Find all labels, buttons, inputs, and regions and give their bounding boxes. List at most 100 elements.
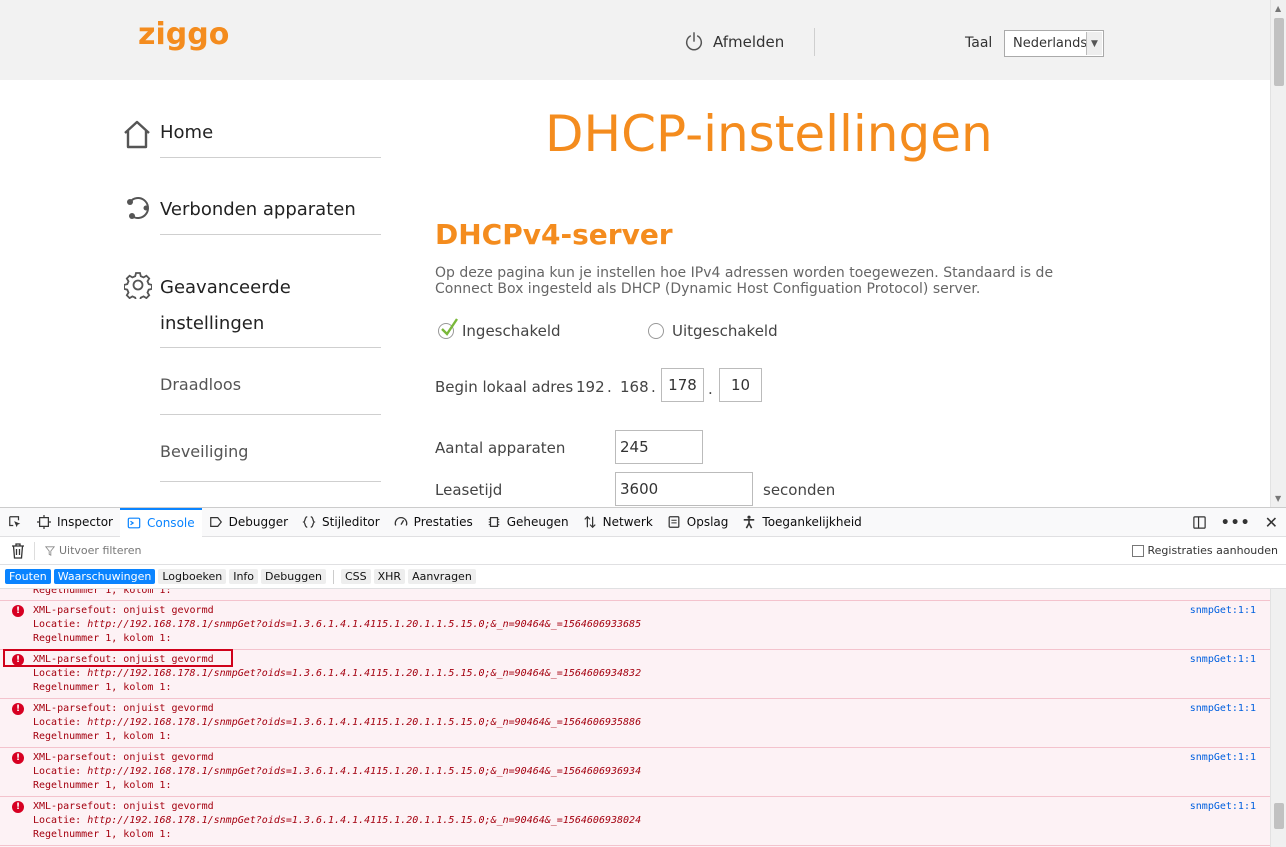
funnel-icon [45, 545, 55, 556]
message-source-link[interactable]: snmpGet:1:1 [1190, 800, 1256, 814]
radio-enabled-label: Ingeschakeld [462, 322, 561, 340]
message-source-link[interactable]: snmpGet:1:1 [1190, 751, 1256, 765]
trash-icon[interactable] [11, 543, 25, 559]
sidebar-item-label-line2: instellingen [160, 313, 265, 334]
tab-console[interactable]: Console [119, 507, 202, 537]
sidebar-item-label-line1: Geavanceerde [160, 277, 291, 298]
ip-octet-3-input[interactable]: 178 [661, 368, 704, 402]
message-location: Locatie: http://192.168.178.1/snmpGet?oi… [33, 766, 642, 777]
filter-debug[interactable]: Debuggen [261, 569, 326, 584]
logout-button[interactable]: Afmelden [683, 30, 784, 54]
lease-time-input[interactable]: 3600 [615, 472, 753, 506]
filter-logs[interactable]: Logboeken [158, 569, 227, 584]
page-scrollbar[interactable]: ▲ ▼ [1270, 0, 1286, 507]
device-count-input[interactable]: 245 [615, 430, 703, 464]
sidebar-item-home[interactable]: Home [160, 122, 381, 158]
message-url[interactable]: http://192.168.178.1/snmpGet?oids=1.3.6.… [87, 717, 641, 728]
message-location: Locatie: http://192.168.178.1/snmpGet?oi… [33, 717, 642, 728]
braces-icon [302, 516, 316, 528]
element-picker-button[interactable] [0, 508, 30, 537]
message-location: Locatie: http://192.168.178.1/snmpGet?oi… [33, 619, 642, 630]
page-title: DHCP-instellingen [545, 105, 993, 163]
header-divider [814, 28, 815, 56]
console-filter-input[interactable]: Uitvoer filteren [45, 544, 142, 557]
page-viewport: ziggo Afmelden Taal Nederlands ▼ Home Ve… [0, 0, 1286, 507]
message-source-link[interactable]: snmpGet:1:1 [1190, 702, 1256, 716]
sidebar-item-connected-devices[interactable]: Verbonden apparaten [160, 199, 381, 235]
scroll-up-icon[interactable]: ▲ [1275, 4, 1281, 13]
persist-logs-toggle[interactable]: Registraties aanhouden [1131, 544, 1278, 557]
console-message[interactable]: ! XML-parsefout: onjuist gevormd Locatie… [0, 699, 1270, 748]
scroll-down-icon[interactable]: ▼ [1275, 494, 1281, 503]
tab-network[interactable]: Netwerk [576, 508, 660, 537]
error-icon: ! [12, 703, 24, 715]
message-location: Locatie: http://192.168.178.1/snmpGet?oi… [33, 815, 642, 826]
console-output[interactable]: Regelnummer 1, kolom 1: ! XML-parsefout:… [0, 589, 1270, 847]
ip-dot: . [651, 378, 656, 396]
ip-dot: . [708, 380, 713, 398]
picker-icon [9, 516, 21, 528]
radio-disabled[interactable]: Uitgeschakeld [648, 322, 778, 340]
ip-octet-4-input[interactable]: 10 [719, 368, 762, 402]
message-url[interactable]: http://192.168.178.1/snmpGet?oids=1.3.6.… [87, 619, 641, 630]
console-message[interactable]: ! XML-parsefout: onjuist gevormd Locatie… [0, 748, 1270, 797]
devtools-panel: Inspector Console Debugger Stijleditor P… [0, 507, 1286, 847]
language-selected-value: Nederlands [1013, 36, 1088, 51]
sidebar-item-label: Verbonden apparaten [160, 199, 356, 220]
language-select[interactable]: Nederlands ▼ [1004, 30, 1104, 57]
message-title: XML-parsefout: onjuist gevormd [33, 605, 214, 616]
ip-dot: . [607, 378, 612, 396]
message-url[interactable]: http://192.168.178.1/snmpGet?oids=1.3.6.… [87, 668, 641, 679]
sidebar-subitem-wireless[interactable]: Draadloos [160, 375, 381, 415]
message-title: XML-parsefout: onjuist gevormd [33, 801, 214, 812]
gear-icon [124, 272, 152, 299]
storage-icon [668, 516, 680, 528]
filter-divider [34, 542, 35, 560]
scrollbar-thumb[interactable] [1274, 803, 1284, 829]
message-source-link[interactable]: snmpGet:1:1 [1190, 653, 1256, 667]
message-url[interactable]: http://192.168.178.1/snmpGet?oids=1.3.6.… [87, 766, 641, 777]
console-message[interactable]: ! XML-parsefout: onjuist gevormd Locatie… [0, 601, 1270, 650]
tab-performance[interactable]: Prestaties [387, 508, 480, 537]
error-icon: ! [12, 752, 24, 764]
section-title: DHCPv4-server [435, 218, 673, 251]
filter-css[interactable]: CSS [340, 569, 371, 584]
persist-logs-checkbox[interactable] [1131, 544, 1144, 557]
close-icon[interactable]: ✕ [1265, 513, 1278, 532]
filter-requests[interactable]: Aanvragen [408, 569, 476, 584]
dock-icon[interactable] [1192, 515, 1207, 530]
radio-unchecked[interactable] [648, 323, 664, 339]
ip-octet-2: 168 [620, 378, 649, 396]
radio-checked[interactable] [438, 318, 458, 339]
svg-text:ziggo: ziggo [138, 17, 229, 52]
ziggo-logo[interactable]: ziggo [136, 14, 236, 54]
message-source-link[interactable]: snmpGet:1:1 [1190, 604, 1256, 618]
tab-storage[interactable]: Opslag [660, 508, 736, 537]
tab-accessibility[interactable]: Toegankelijkheid [735, 508, 868, 537]
sidebar-subitem-security[interactable]: Beveiliging [160, 442, 381, 482]
tab-inspector[interactable]: Inspector [30, 508, 120, 537]
console-message[interactable]: ! XML-parsefout: onjuist gevormd Locatie… [0, 797, 1270, 846]
tab-debugger[interactable]: Debugger [202, 508, 295, 537]
message-title: XML-parsefout: onjuist gevormd [33, 703, 214, 714]
sidebar-item-advanced-settings[interactable]: Geavanceerde instellingen [160, 276, 381, 348]
devices-icon [127, 197, 149, 219]
debugger-icon [209, 517, 222, 527]
annotation-highlight-box [3, 649, 233, 667]
more-options-icon[interactable]: ••• [1221, 515, 1251, 531]
devtools-toolbar: Inspector Console Debugger Stijleditor P… [0, 507, 1286, 537]
filter-xhr[interactable]: XHR [373, 569, 406, 584]
filter-info[interactable]: Info [229, 569, 259, 584]
scrollbar-thumb[interactable] [1274, 18, 1284, 86]
tab-style-editor[interactable]: Stijleditor [295, 508, 387, 537]
error-icon: ! [12, 801, 24, 813]
filter-warnings[interactable]: Waarschuwingen [53, 569, 156, 584]
accessibility-icon [744, 515, 755, 529]
gauge-icon [394, 516, 407, 526]
ip-octet-1: 192 [576, 378, 605, 396]
filter-errors[interactable]: Fouten [5, 569, 51, 584]
tab-memory[interactable]: Geheugen [480, 508, 576, 537]
console-scrollbar[interactable] [1270, 589, 1286, 847]
message-url[interactable]: http://192.168.178.1/snmpGet?oids=1.3.6.… [87, 815, 641, 826]
radio-enabled[interactable]: Ingeschakeld [438, 318, 561, 340]
